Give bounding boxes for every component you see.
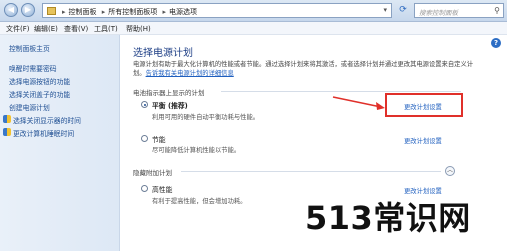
sidebar-item-power-button[interactable]: 选择电源按钮的功能 [9, 76, 70, 86]
menu-view[interactable]: 查看(V) [64, 24, 88, 34]
shield-icon [3, 115, 11, 123]
section-divider [221, 91, 461, 92]
plan-name-power-saver[interactable]: 节能 [152, 134, 166, 144]
menu-help[interactable]: 帮助(H) [126, 24, 151, 34]
plan-radio-power-saver[interactable] [141, 135, 148, 142]
menu-bar: 文件(F) 编辑(E) 查看(V) 工具(T) 帮助(H) [0, 22, 507, 35]
power-plan-info-link[interactable]: 告诉我有关电源计划的详细信息 [146, 70, 234, 77]
shield-icon [3, 128, 11, 136]
search-icon[interactable]: ⚲ [494, 6, 500, 15]
breadcrumb-item[interactable]: 电源选项 [169, 8, 197, 16]
highlight-box [385, 93, 463, 117]
watermark-text: 513常识网 [305, 199, 471, 237]
search-input[interactable]: 搜索控制面板 ⚲ [414, 3, 504, 18]
collapse-up-icon[interactable]: ︿ [445, 166, 455, 176]
control-panel-home-link[interactable]: 控制面板主页 [9, 43, 50, 53]
breadcrumb-item[interactable]: 控制面板 [69, 8, 97, 16]
arrow-annotation [332, 96, 385, 110]
sidebar-item-wake-password[interactable]: 唤醒时需要密码 [9, 63, 57, 73]
menu-edit[interactable]: 编辑(E) [34, 24, 58, 34]
plan-name-balanced[interactable]: 平衡 (推荐) [152, 100, 188, 110]
search-placeholder: 搜索控制面板 [419, 9, 458, 17]
breadcrumb-item[interactable]: 所有控制面板项 [108, 8, 157, 16]
plan-name-high-performance[interactable]: 高性能 [152, 184, 172, 194]
plan-desc-high-performance: 有利于提高性能，但会增加功耗。 [152, 198, 247, 205]
sidebar-item-display-off[interactable]: 选择关闭显示器的时间 [13, 115, 81, 125]
chevron-down-icon[interactable]: ▾ [383, 6, 387, 14]
breadcrumb: ▸ 控制面板 ▸ 所有控制面板项 ▸ 电源选项 [62, 8, 198, 16]
page-title: 选择电源计划 [133, 48, 193, 59]
help-icon[interactable]: ? [491, 38, 501, 48]
page-description: 电源计划有助于最大化计算机的性能或者节能。通过选择计划来将其激活，或者选择计划并… [133, 60, 483, 78]
plan-radio-balanced[interactable] [141, 101, 148, 108]
title-bar: ◀ ▶ ▸ 控制面板 ▸ 所有控制面板项 ▸ 电源选项 ▾ ⟳ 搜索控制面板 ⚲ [0, 0, 507, 22]
plan-desc-balanced: 利用可用的硬件自动平衡功耗与性能。 [152, 114, 260, 121]
plan-radio-high-performance[interactable] [141, 185, 148, 192]
forward-button[interactable]: ▶ [21, 3, 35, 17]
address-bar[interactable]: ▸ 控制面板 ▸ 所有控制面板项 ▸ 电源选项 ▾ [42, 3, 392, 18]
section-divider [181, 171, 441, 172]
plan-desc-power-saver: 尽可能降低计算机性能以节能。 [152, 147, 241, 154]
back-button[interactable]: ◀ [4, 3, 18, 17]
menu-tools[interactable]: 工具(T) [94, 24, 118, 34]
sidebar-item-create-plan[interactable]: 创建电源计划 [9, 102, 50, 112]
sidebar-item-close-lid[interactable]: 选择关闭盖子的功能 [9, 89, 70, 99]
menu-file[interactable]: 文件(F) [6, 24, 30, 34]
refresh-icon[interactable]: ⟳ [397, 4, 409, 16]
section-heading-shown: 电池指示器上显示的计划 [133, 89, 205, 97]
change-plan-settings-link[interactable]: 更改计划设置 [404, 136, 442, 145]
section-heading-hidden: 隐藏附加计划 [133, 169, 172, 177]
control-panel-icon [47, 7, 56, 15]
left-nav-pane: 控制面板主页 唤醒时需要密码 选择电源按钮的功能 选择关闭盖子的功能 创建电源计… [0, 35, 120, 251]
sidebar-item-sleep-time[interactable]: 更改计算机睡眠时间 [13, 128, 74, 138]
